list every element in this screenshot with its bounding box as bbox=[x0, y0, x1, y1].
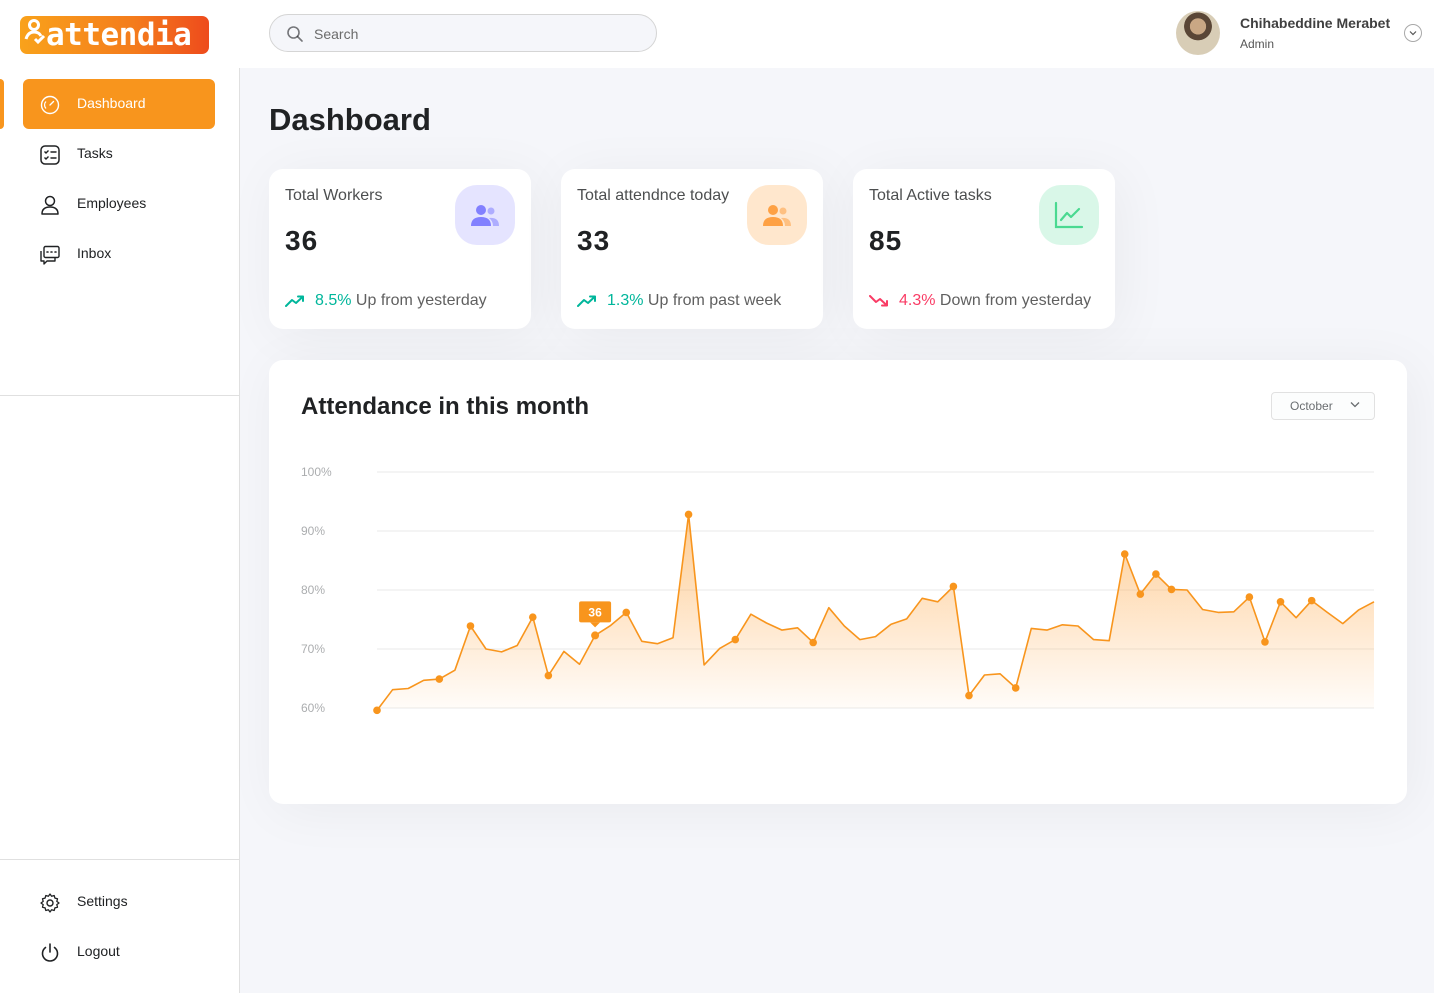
sidebar-item-label: Dashboard bbox=[77, 95, 146, 111]
stat-card-total-workers: Total Workers 36 8.5% Up from yesterday bbox=[269, 169, 531, 329]
app-logo[interactable]: attendia bbox=[20, 16, 209, 54]
stat-card-change-text: Down from yesterday bbox=[939, 292, 1092, 309]
speedometer-icon bbox=[40, 95, 60, 115]
search-icon bbox=[287, 26, 303, 42]
sidebar-item-label: Settings bbox=[77, 893, 128, 909]
data-point bbox=[622, 608, 631, 617]
chevron-down-icon bbox=[1350, 402, 1360, 408]
data-point bbox=[809, 638, 817, 647]
sidebar-item-label: Logout bbox=[77, 943, 120, 959]
gear-icon bbox=[40, 893, 60, 913]
users-icon bbox=[747, 185, 807, 245]
data-point bbox=[1011, 684, 1020, 692]
month-select[interactable]: October bbox=[1271, 392, 1375, 420]
sidebar-item-dashboard[interactable]: Dashboard bbox=[23, 79, 215, 129]
stat-card-label: Total Active tasks bbox=[869, 187, 992, 204]
active-indicator bbox=[0, 79, 4, 129]
stat-card-trend: 4.3% Down from yesterday bbox=[869, 292, 1091, 310]
stat-card-label: Total Workers bbox=[285, 187, 383, 204]
trending-up-icon bbox=[285, 295, 304, 307]
highlight-point bbox=[591, 631, 600, 640]
y-tick-label: 60% bbox=[301, 701, 325, 715]
data-point bbox=[1261, 638, 1269, 646]
data-point bbox=[949, 582, 958, 591]
chart-title: Attendance in this month bbox=[301, 393, 589, 420]
chat-icon bbox=[40, 245, 60, 265]
stat-card-change: 1.3% bbox=[607, 292, 644, 309]
data-point bbox=[684, 510, 693, 519]
data-point bbox=[1167, 585, 1176, 594]
sidebar-item-settings[interactable]: Settings bbox=[23, 877, 215, 927]
stat-card-trend: 8.5% Up from yesterday bbox=[285, 292, 487, 310]
sidebar-item-label: Employees bbox=[77, 195, 147, 211]
sidebar-item-tasks[interactable]: Tasks bbox=[23, 129, 215, 179]
data-point bbox=[466, 622, 475, 630]
y-tick-label: 90% bbox=[301, 524, 325, 538]
sidebar-item-label: Inbox bbox=[77, 245, 112, 261]
data-point bbox=[373, 706, 381, 715]
sidebar-item-label: Tasks bbox=[77, 145, 113, 161]
top-bar: attendia Chihabeddine Merabet Admin bbox=[0, 0, 1434, 68]
user-role: Admin bbox=[1240, 37, 1275, 51]
stat-card-change: 8.5% bbox=[315, 292, 352, 309]
search-input[interactable] bbox=[314, 23, 634, 45]
user-icon bbox=[41, 195, 59, 215]
data-point bbox=[528, 613, 537, 621]
page-title: Dashboard bbox=[269, 102, 431, 137]
sidebar-divider bbox=[0, 395, 239, 396]
stat-card-change: 4.3% bbox=[899, 292, 936, 309]
data-point bbox=[1307, 596, 1316, 605]
y-tick-label: 70% bbox=[301, 642, 325, 656]
sidebar-item-logout[interactable]: Logout bbox=[23, 927, 215, 977]
data-point bbox=[435, 675, 444, 683]
attendance-chart: 100% 90% 80% 70% 60% 36 bbox=[301, 465, 1375, 715]
person-check-icon bbox=[24, 16, 46, 54]
stat-card-value: 36 bbox=[285, 225, 319, 256]
data-point bbox=[1245, 593, 1254, 601]
stat-card-active-tasks: Total Active tasks 85 4.3% Down from yes… bbox=[853, 169, 1115, 329]
data-point bbox=[1276, 598, 1285, 606]
search-box[interactable] bbox=[269, 14, 657, 52]
data-point bbox=[1152, 570, 1160, 578]
user-name: Chihabeddine Merabet bbox=[1240, 15, 1391, 31]
app-logo-text: attendia bbox=[46, 17, 192, 53]
stat-card-value: 33 bbox=[577, 225, 611, 256]
data-point bbox=[731, 635, 740, 644]
y-tick-label: 80% bbox=[301, 583, 325, 597]
user-menu-button[interactable] bbox=[1404, 24, 1422, 42]
stat-card-trend: 1.3% Up from past week bbox=[577, 292, 781, 310]
checklist-icon bbox=[40, 145, 60, 165]
sidebar: Dashboard Tasks Employees Inbox Settings… bbox=[0, 68, 240, 993]
stat-card-change-text: Up from yesterday bbox=[355, 292, 487, 309]
y-tick-label: 100% bbox=[301, 465, 332, 479]
attendance-chart-card: 100% 90% 80% 70% 60% 36 Attendance in this mo… bbox=[269, 360, 1407, 804]
users-icon bbox=[455, 185, 515, 245]
month-select-value: October bbox=[1290, 399, 1333, 413]
stat-card-label: Total attendnce today bbox=[577, 187, 730, 204]
data-point bbox=[544, 671, 553, 680]
sidebar-item-employees[interactable]: Employees bbox=[23, 179, 215, 229]
data-point bbox=[1120, 550, 1129, 558]
stat-card-total-attendance: Total attendnce today 33 1.3% Up from pa… bbox=[561, 169, 823, 329]
sidebar-divider bbox=[0, 859, 239, 860]
line-chart-icon bbox=[1039, 185, 1099, 245]
avatar[interactable] bbox=[1176, 11, 1220, 55]
stat-card-value: 85 bbox=[869, 225, 903, 256]
sidebar-item-inbox[interactable]: Inbox bbox=[23, 229, 215, 279]
tooltip-label: 36 bbox=[588, 605, 602, 619]
stat-card-change-text: Up from past week bbox=[647, 292, 782, 309]
power-icon bbox=[41, 943, 59, 962]
data-point bbox=[1136, 590, 1145, 598]
trending-up-icon bbox=[577, 295, 596, 307]
chevron-down-icon bbox=[1409, 31, 1417, 36]
data-point bbox=[965, 691, 973, 700]
tooltip-arrow bbox=[590, 622, 601, 628]
trending-down-icon bbox=[869, 295, 888, 307]
